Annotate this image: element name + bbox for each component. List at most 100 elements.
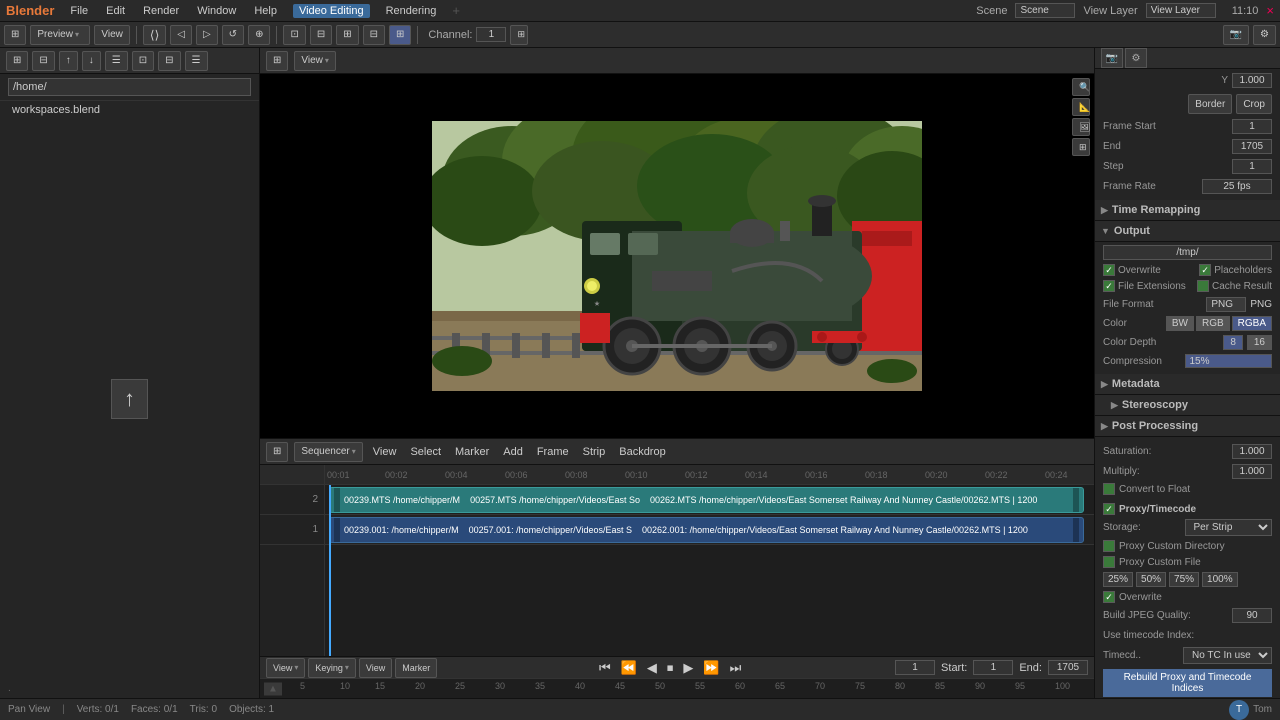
y-value[interactable]: 1.000 — [1232, 73, 1272, 88]
preview-side-icon-3[interactable]: 🖼 — [1072, 118, 1090, 136]
view-seq-btn[interactable]: View — [359, 658, 392, 678]
proxy-custom-dir-checkbox[interactable] — [1103, 540, 1115, 552]
cache-result-checkbox[interactable] — [1197, 280, 1209, 292]
tb-icon-1[interactable]: ⟨⟩ — [143, 25, 166, 45]
view-layer-input[interactable] — [1146, 3, 1216, 18]
channel-toggle[interactable]: ⊞ — [510, 25, 528, 45]
seq-strip-2[interactable]: 00239.001: /home/chipper/M 00257.001: /h… — [329, 517, 1084, 543]
menu-help[interactable]: Help — [250, 3, 281, 19]
play-btn[interactable]: ▶ — [680, 660, 696, 676]
menu-rendering[interactable]: Rendering — [382, 3, 441, 19]
placeholders-checkbox[interactable] — [1199, 264, 1211, 276]
scene-input[interactable] — [1015, 3, 1075, 18]
stop-btn[interactable]: ⏹ — [664, 660, 677, 676]
frame-end-value[interactable]: 1705 — [1232, 139, 1272, 154]
left-tb-icon-6[interactable]: ⊡ — [132, 51, 154, 71]
strip-handle-left-1[interactable] — [334, 488, 340, 512]
seq-view-btn[interactable]: View — [369, 444, 401, 460]
overwrite-checkbox[interactable] — [1103, 264, 1115, 276]
stereoscopy-header[interactable]: ▶ Stereoscopy — [1095, 395, 1280, 416]
left-tb-icon-8[interactable]: ☰ — [185, 51, 208, 71]
left-tb-icon-1[interactable]: ⊞ — [6, 51, 28, 71]
pct-25-btn[interactable]: 25% — [1103, 572, 1133, 587]
start-frame-input[interactable] — [973, 660, 1013, 675]
depth-16-btn[interactable]: 16 — [1247, 335, 1272, 350]
tb-icon-2[interactable]: ◁ — [170, 25, 192, 45]
left-tb-icon-7[interactable]: ⊟ — [158, 51, 180, 71]
pct-75-btn[interactable]: 75% — [1169, 572, 1199, 587]
color-rgba-btn[interactable]: RGBA — [1232, 316, 1272, 331]
timecode-select[interactable]: No TC In use — [1183, 647, 1272, 664]
marker-seq-btn[interactable]: Marker — [395, 658, 437, 678]
grid-btn-1[interactable]: ⊡ — [283, 25, 305, 45]
menu-file[interactable]: File — [66, 3, 92, 19]
close-icon[interactable]: × — [1266, 3, 1274, 18]
channel-input[interactable] — [476, 27, 506, 42]
convert-float-checkbox[interactable] — [1103, 483, 1115, 495]
props-icon-2[interactable]: ⚙ — [1125, 48, 1147, 68]
upload-button[interactable]: ↑ — [111, 379, 148, 419]
post-processing-header[interactable]: ▶ Post Processing — [1095, 416, 1280, 437]
preview-view-btn[interactable]: View ▾ — [294, 51, 336, 71]
seq-backdrop-btn[interactable]: Backdrop — [615, 444, 669, 460]
step-fwd-btn[interactable]: ⏩ — [700, 660, 722, 676]
preview-tb-icon[interactable]: ⊞ — [266, 51, 288, 71]
frame-rate-value[interactable]: 25 fps — [1202, 179, 1272, 194]
overwrite-proxy-checkbox[interactable] — [1103, 591, 1115, 603]
file-path-input[interactable]: /home/ — [8, 78, 251, 96]
preview-side-icon-1[interactable]: 🔍 — [1072, 78, 1090, 96]
frame-step-value[interactable]: 1 — [1232, 159, 1272, 174]
left-tb-icon-2[interactable]: ⊟ — [32, 51, 54, 71]
grid-btn-3[interactable]: ⊞ — [336, 25, 358, 45]
tb-icon-5[interactable]: ⊕ — [248, 25, 270, 45]
preview-side-icon-2[interactable]: 📐 — [1072, 98, 1090, 116]
seq-frame-btn[interactable]: Frame — [533, 444, 573, 460]
workspace-badge[interactable]: Video Editing — [293, 4, 370, 18]
jpeg-quality-value[interactable]: 90 — [1232, 608, 1272, 623]
step-back-btn[interactable]: ⏪ — [618, 660, 640, 676]
left-tb-icon-5[interactable]: ☰ — [105, 51, 128, 71]
file-ext-checkbox[interactable] — [1103, 280, 1115, 292]
compression-bar[interactable]: 15% — [1185, 354, 1273, 368]
end-frame-input[interactable] — [1048, 660, 1088, 675]
strip-handle-left-2[interactable] — [334, 518, 340, 542]
output-path[interactable]: /tmp/ — [1103, 245, 1272, 260]
view-btn[interactable]: View — [94, 25, 130, 45]
file-item-workspace[interactable]: workspaces.blend — [0, 101, 259, 119]
pct-50-btn[interactable]: 50% — [1136, 572, 1166, 587]
multiply-value[interactable]: 1.000 — [1232, 464, 1272, 479]
strip-handle-right-2[interactable] — [1073, 518, 1079, 542]
depth-8-btn[interactable]: 8 — [1223, 335, 1243, 350]
seq-strip-btn[interactable]: Strip — [579, 444, 610, 460]
pct-100-btn[interactable]: 100% — [1202, 572, 1238, 587]
left-tb-icon-4[interactable]: ↓ — [82, 51, 101, 71]
seq-tb-icon[interactable]: ⊞ — [266, 442, 288, 462]
right-icon-2[interactable]: ⚙ — [1253, 25, 1276, 45]
seq-select-btn[interactable]: Select — [406, 444, 445, 460]
border-btn[interactable]: Border — [1188, 94, 1232, 114]
jump-start-btn[interactable]: ⏮ — [596, 660, 614, 676]
preview-btn[interactable]: Preview ▾ — [30, 25, 90, 45]
play-back-btn[interactable]: ◀ — [644, 660, 660, 676]
seq-type-btn[interactable]: Sequencer ▾ — [294, 442, 362, 462]
rebuild-proxy-btn[interactable]: Rebuild Proxy and Timecode Indices — [1103, 669, 1272, 697]
grid-btn-4[interactable]: ⊟ — [363, 25, 385, 45]
grid-btn-5[interactable]: ⊞ — [389, 25, 411, 45]
file-format-select[interactable]: PNG — [1206, 297, 1246, 312]
strip-handle-right-1[interactable] — [1073, 488, 1079, 512]
preview-side-icon-4[interactable]: ⊞ — [1072, 138, 1090, 156]
right-icon-1[interactable]: 📷 — [1223, 25, 1249, 45]
props-icon-1[interactable]: 📷 — [1101, 48, 1123, 68]
output-header[interactable]: ▼ Output — [1095, 221, 1280, 242]
tb-icon-3[interactable]: ▷ — [196, 25, 218, 45]
seq-marker-btn[interactable]: Marker — [451, 444, 493, 460]
time-remapping-header[interactable]: ▶ Time Remapping — [1095, 200, 1280, 221]
metadata-header[interactable]: ▶ Metadata — [1095, 374, 1280, 395]
left-tb-icon-3[interactable]: ↑ — [59, 51, 78, 71]
color-rgb-btn[interactable]: RGB — [1196, 316, 1230, 331]
storage-select[interactable]: Per Strip — [1185, 519, 1273, 536]
color-bw-btn[interactable]: BW — [1166, 316, 1194, 331]
tb-icon-4[interactable]: ↺ — [222, 25, 244, 45]
seq-add-btn[interactable]: Add — [499, 444, 527, 460]
view-type-btn[interactable]: ⊞ — [4, 25, 26, 45]
